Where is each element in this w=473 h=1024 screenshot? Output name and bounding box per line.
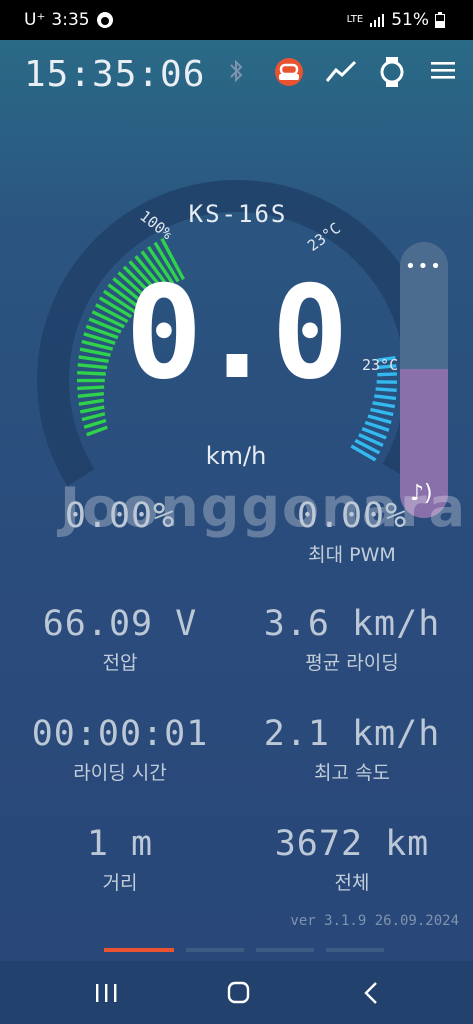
stat-avg-speed: 3.6 km/h 평균 라이딩: [234, 604, 470, 675]
stat-value: 66.09 V: [42, 604, 198, 644]
battery-tick: [79, 405, 105, 414]
stat-caption: 평균 라이딩: [305, 652, 399, 674]
battery-tick: [79, 347, 111, 357]
app-notification-icon: [96, 12, 113, 28]
bluetooth-icon[interactable]: [221, 56, 251, 86]
temperature-tick: [364, 420, 390, 432]
status-bar: U⁺ 3:35 LTE 51%: [0, 0, 473, 40]
battery-tick: [77, 363, 108, 370]
top-toolbar: [221, 56, 459, 87]
network-label: LTE: [346, 14, 364, 25]
page-dot-2[interactable]: [186, 948, 244, 952]
battery-tick: [78, 355, 109, 364]
stat-caption: 최고 속도: [314, 762, 390, 784]
stat-ride-time: 00:00:01 라이딩 시간: [2, 714, 238, 785]
speed-value: 0.0: [125, 259, 348, 408]
chart-icon[interactable]: [325, 56, 357, 86]
temperature-tick: [374, 394, 397, 401]
battery-tick: [77, 391, 105, 399]
page-dot-3[interactable]: [256, 948, 314, 952]
stat-max-pwm: 0.00% 최대 PWM: [234, 496, 470, 567]
menu-icon[interactable]: [429, 56, 459, 86]
signal-icon: [370, 14, 385, 27]
stat-value: 00:00:01: [31, 714, 209, 754]
watch-icon[interactable]: [377, 56, 407, 87]
stat-voltage: 66.09 V 전압: [2, 604, 238, 675]
battery-tick: [77, 385, 105, 391]
temperature-tick: [377, 372, 397, 377]
battery-percent: 51%: [391, 10, 429, 30]
temperature-tick: [375, 387, 397, 393]
stat-value: 3672 km: [274, 824, 430, 864]
carrier-label: U⁺: [24, 10, 46, 30]
stat-value: 0.00%: [296, 496, 408, 536]
stat-distance: 1 m 거리: [2, 824, 238, 895]
system-nav-bar: [0, 961, 473, 1024]
stat-value: 2.1 km/h: [263, 714, 441, 754]
stat-pwm: 0.00%: [2, 496, 238, 540]
speed-unit: km/h: [205, 442, 267, 470]
stat-total: 3672 km 전체: [234, 824, 470, 895]
temperature-tick: [372, 401, 396, 409]
battery-tick: [86, 425, 108, 437]
temperature-tick: [370, 407, 394, 417]
page-indicator[interactable]: [104, 948, 384, 952]
stat-caption: 최대 PWM: [308, 544, 396, 566]
clock: 15:35:06: [24, 54, 206, 95]
back-icon[interactable]: [352, 979, 392, 1007]
battery-tick: [78, 398, 105, 406]
stat-caption: 거리: [102, 872, 138, 894]
stat-value: 1 m: [86, 824, 154, 864]
home-icon[interactable]: [218, 979, 258, 1007]
stat-caption: 라이딩 시간: [73, 762, 167, 784]
page-dot-1[interactable]: [104, 948, 174, 952]
stat-top-speed: 2.1 km/h 최고 속도: [234, 714, 470, 785]
stat-caption: 전체: [334, 872, 370, 894]
version-label: ver 3.1.9 26.09.2024: [290, 913, 459, 929]
more-dots-icon[interactable]: •••: [400, 256, 448, 277]
battery-tick: [83, 418, 107, 429]
stat-value: 0.00%: [64, 496, 176, 536]
battery-icon: [435, 12, 445, 28]
app-screen: 15:35:06 KS-16S 100% 23°C 23°C 0.0 km/h …: [0, 40, 473, 961]
stat-value: 3.6 km/h: [263, 604, 441, 644]
stat-caption: 전압: [102, 652, 138, 674]
temperature-tick: [367, 414, 392, 425]
temp-right-label: 23°C: [362, 356, 399, 374]
battery-tick: [81, 412, 106, 422]
battery-tick: [77, 370, 106, 376]
recent-apps-icon[interactable]: [86, 979, 126, 1007]
wheel-model: KS-16S: [188, 200, 288, 228]
status-time: 3:35: [51, 10, 90, 30]
wheel-icon[interactable]: [273, 56, 303, 86]
page-dot-4[interactable]: [326, 948, 384, 952]
